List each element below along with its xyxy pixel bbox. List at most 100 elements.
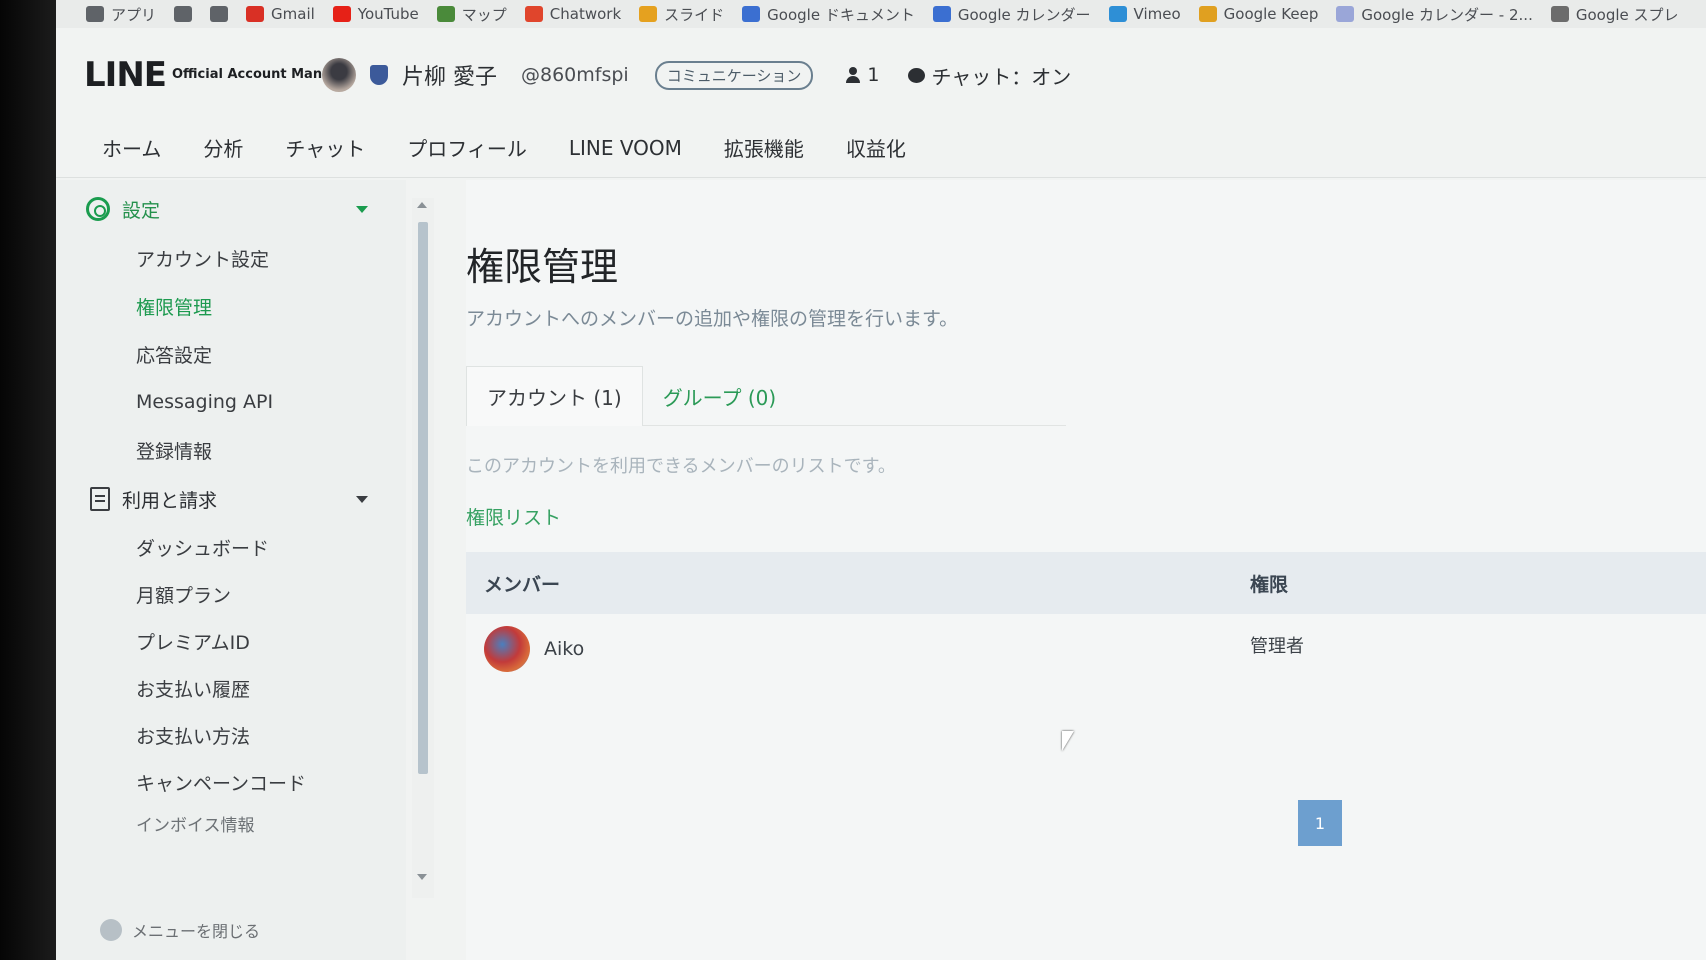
member-avatar: [484, 626, 530, 672]
chatwork-icon: [524, 6, 543, 22]
sidebar-item-payment-history[interactable]: お支払い履歴: [56, 665, 406, 712]
main-content: 権限管理 アカウントへのメンバーの追加や権限の管理を行います。 アカウント (1…: [466, 180, 1706, 960]
bookmark-item[interactable]: Google スプレ: [1550, 4, 1679, 25]
chevron-down-icon: [356, 496, 368, 503]
person-icon: [845, 67, 861, 83]
nav-monetization[interactable]: 収益化: [846, 133, 906, 162]
tab-description: このアカウントを利用できるメンバーのリストです。: [466, 456, 896, 477]
nav-home[interactable]: ホーム: [102, 133, 161, 162]
browser-screen: アプリ Gmail YouTube マップ Chatwork スライド Google ドキュ…: [56, 0, 1706, 960]
nav-extensions[interactable]: 拡張機能: [724, 133, 804, 162]
bookmark-label: Google ドキュメント: [767, 5, 915, 24]
bookmark-label: Google スプレ: [1575, 5, 1679, 24]
apps-icon: [86, 6, 104, 22]
sidebar: 設定 アカウント設定 権限管理 応答設定 Messaging API 登録情報 …: [56, 180, 406, 960]
bookmark-icon: [210, 6, 229, 22]
friends-count[interactable]: 1: [845, 64, 880, 86]
bookmark-item[interactable]: [210, 6, 229, 22]
gear-icon: [86, 197, 110, 221]
account-header: LINE Official Account Manager 片柳 愛子 @860…: [56, 40, 1706, 110]
scroll-up-arrow-icon[interactable]: [417, 202, 427, 208]
table-header: メンバー 権限: [466, 552, 1706, 614]
sidebar-item-dashboard[interactable]: ダッシュボード: [56, 524, 406, 571]
pagination-page-button[interactable]: 1: [1298, 800, 1342, 846]
nav-profile[interactable]: プロフィール: [407, 133, 527, 162]
sidebar-item-invoice-info[interactable]: インボイス情報: [56, 806, 406, 840]
scroll-down-arrow-icon[interactable]: [417, 874, 427, 880]
settings-section-label: 設定: [122, 199, 161, 222]
chevron-down-icon: [356, 206, 368, 213]
slides-icon: [639, 6, 658, 22]
sidebar-item-payment-method[interactable]: お支払い方法: [56, 712, 406, 759]
bookmark-label: マップ: [461, 5, 507, 24]
line-logo[interactable]: LINE Official Account Manager: [84, 55, 356, 95]
chat-status-label: チャット：オン: [931, 64, 1072, 89]
member-name: Aiko: [544, 638, 585, 660]
tab-accounts[interactable]: アカウント (1): [466, 366, 643, 426]
sidebar-item-premium-id[interactable]: プレミアムID: [56, 618, 406, 665]
table-row: Aiko 管理者: [466, 614, 1706, 688]
close-menu-icon: [100, 919, 122, 941]
sidebar-item-monthly-plan[interactable]: 月額プラン: [56, 571, 406, 618]
verified-shield-icon: [370, 65, 388, 85]
sidebar-item-response-settings[interactable]: 応答設定: [56, 330, 406, 378]
bookmark-label: Vimeo: [1133, 5, 1181, 23]
bookmark-item[interactable]: Google Keep: [1198, 5, 1319, 23]
bookmark-label: Google Keep: [1223, 5, 1319, 23]
permission-tabs: アカウント (1) グループ (0): [466, 366, 1066, 426]
chat-status-toggle[interactable]: チャット：オン: [907, 61, 1072, 90]
bookmark-item[interactable]: Google カレンダー: [932, 4, 1091, 25]
bookmark-item[interactable]: マップ: [436, 4, 507, 25]
bookmark-item[interactable]: スライド: [639, 4, 724, 25]
mouse-cursor-icon: [1062, 731, 1074, 751]
nav-analytics[interactable]: 分析: [203, 133, 243, 162]
bookmark-item[interactable]: Google カレンダー - 2...: [1336, 4, 1533, 25]
billing-section-label: 利用と請求: [122, 489, 218, 512]
close-menu-label: メニューを閉じる: [132, 922, 261, 941]
column-member: メンバー: [484, 574, 561, 596]
scroll-thumb[interactable]: [418, 222, 428, 774]
bookmark-label: Google カレンダー - 2...: [1361, 5, 1533, 24]
keep-icon: [1198, 6, 1217, 22]
sidebar-scrollbar[interactable]: [412, 198, 434, 898]
nav-line-voom[interactable]: LINE VOOM: [569, 136, 682, 160]
tab-groups[interactable]: グループ (0): [643, 366, 797, 426]
bookmark-item[interactable]: Chatwork: [524, 5, 621, 23]
sidebar-section-billing[interactable]: 利用と請求: [56, 474, 406, 524]
sheets-icon: [1550, 6, 1569, 22]
bookmark-item[interactable]: アプリ: [86, 4, 156, 25]
page-description: アカウントへのメンバーの追加や権限の管理を行います。: [466, 308, 959, 330]
logo-subtitle: Official Account Manager: [172, 67, 356, 82]
sidebar-item-registration-info[interactable]: 登録情報: [56, 426, 406, 474]
close-menu-button[interactable]: メニューを閉じる: [100, 918, 260, 942]
gmail-icon: [246, 6, 265, 22]
vimeo-icon: [1108, 6, 1127, 22]
plan-badge[interactable]: コミュニケーション: [654, 60, 814, 90]
sidebar-item-campaign-code[interactable]: キャンペーンコード: [56, 759, 406, 806]
grid-icon: [174, 6, 193, 22]
page-title: 権限管理: [466, 245, 619, 289]
bookmarks-bar: アプリ Gmail YouTube マップ Chatwork スライド Google ドキュ…: [56, 0, 1706, 28]
permission-list-heading: 権限リスト: [466, 507, 562, 529]
bookmark-item[interactable]: [174, 6, 193, 22]
bookmark-item[interactable]: Google ドキュメント: [742, 4, 915, 25]
account-name: 片柳 愛子: [402, 65, 497, 90]
monitor-bezel: [0, 0, 56, 960]
main-nav: ホーム 分析 チャット プロフィール LINE VOOM 拡張機能 収益化: [56, 118, 1706, 178]
youtube-icon: [332, 6, 351, 22]
bookmark-label: スライド: [664, 5, 725, 24]
sidebar-item-messaging-api[interactable]: Messaging API: [56, 378, 406, 426]
sidebar-item-permissions[interactable]: 権限管理: [56, 282, 406, 330]
bookmark-item[interactable]: YouTube: [332, 5, 419, 23]
account-id: @860mfspi: [521, 64, 629, 86]
bookmark-item[interactable]: Vimeo: [1108, 5, 1181, 23]
nav-chat[interactable]: チャット: [285, 133, 365, 162]
sidebar-item-account-settings[interactable]: アカウント設定: [56, 234, 406, 282]
bookmark-item[interactable]: Gmail: [246, 5, 315, 23]
maps-icon: [436, 6, 455, 22]
docs-icon: [742, 6, 761, 22]
friends-count-value: 1: [867, 64, 880, 86]
sidebar-section-settings[interactable]: 設定: [56, 184, 406, 234]
account-avatar[interactable]: [322, 58, 356, 92]
bookmark-label: Google カレンダー: [957, 5, 1091, 24]
